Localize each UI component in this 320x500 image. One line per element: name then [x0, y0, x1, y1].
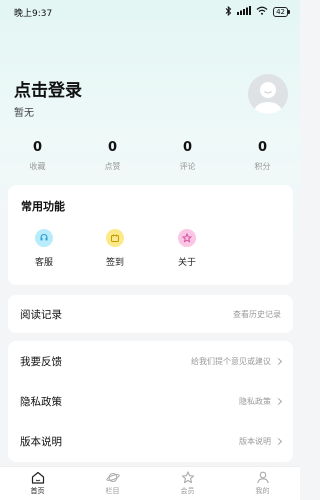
tab-label: 栏目	[105, 487, 120, 495]
stats-row: 0 收藏 0 点赞 0 评论 0 积分	[0, 136, 300, 186]
row-hint: 给我们提个意见或建议	[191, 356, 271, 366]
avatar[interactable]	[248, 74, 288, 114]
status-time: 晚上9:37	[14, 8, 53, 19]
login-title[interactable]: 点击登录	[14, 76, 286, 101]
stat-label: 评论	[179, 162, 196, 171]
function-label: 签到	[105, 258, 124, 268]
row-hint: 版本说明	[239, 436, 271, 446]
function-label: 客服	[34, 258, 53, 268]
service-icon	[35, 229, 53, 247]
functions-title: 常用功能	[21, 200, 65, 213]
login-subtitle: 暂无	[14, 108, 34, 119]
privacy-policy-row[interactable]: 隐私政策 隐私政策	[8, 381, 293, 421]
bluetooth-icon	[225, 5, 232, 19]
chevron-right-icon	[274, 397, 283, 405]
bottom-tab-bar: 首页 栏目 会员 我的	[0, 466, 300, 500]
tab-home[interactable]: 首页	[0, 467, 75, 500]
row-label: 版本说明	[20, 435, 62, 448]
function-checkin[interactable]: 签到	[85, 229, 145, 268]
status-icons: 42	[225, 5, 290, 19]
signal-icon	[237, 6, 252, 18]
stat-likes[interactable]: 0 点赞	[75, 136, 150, 186]
avatar-placeholder-icon	[254, 82, 282, 114]
stat-favorites[interactable]: 0 收藏	[0, 136, 75, 186]
reading-history-hint: 查看历史记录	[233, 309, 281, 319]
chevron-right-icon	[274, 357, 283, 365]
function-label: 关于	[177, 258, 196, 268]
stat-comments[interactable]: 0 评论	[150, 136, 225, 186]
wifi-icon	[256, 6, 268, 18]
stat-value: 0	[32, 140, 43, 155]
home-icon	[31, 471, 44, 484]
stat-value: 0	[182, 140, 193, 155]
stat-value: 0	[257, 140, 268, 155]
functions-card: 常用功能 客服 签到 关于	[8, 185, 293, 285]
chevron-right-icon	[274, 437, 283, 445]
tab-columns[interactable]: 栏目	[75, 467, 150, 500]
function-service[interactable]: 客服	[14, 229, 74, 268]
tab-label: 我的	[255, 487, 270, 495]
stat-points[interactable]: 0 积分	[225, 136, 300, 186]
profile-screen: 晚上9:37 42 点击登录 暂无 0 收藏 0 点赞 0 评论 0 积分 常用…	[0, 0, 300, 500]
row-label: 我要反馈	[20, 355, 62, 368]
planet-icon	[105, 472, 120, 483]
stat-value: 0	[107, 140, 118, 155]
status-bar: 晚上9:37 42	[0, 0, 300, 24]
reading-history-row[interactable]: 阅读记录 查看历史记录	[8, 295, 293, 333]
row-hint: 隐私政策	[239, 396, 271, 406]
stat-label: 收藏	[29, 162, 46, 171]
tab-member[interactable]: 会员	[150, 467, 225, 500]
battery-icon: 42	[273, 7, 290, 17]
reading-history-label: 阅读记录	[20, 308, 62, 321]
function-about[interactable]: 关于	[157, 229, 217, 268]
tab-mine[interactable]: 我的	[225, 467, 300, 500]
stat-label: 积分	[254, 162, 271, 171]
user-icon	[256, 471, 269, 484]
settings-list: 我要反馈 给我们提个意见或建议 隐私政策 隐私政策 版本说明 版本说明	[8, 341, 293, 462]
checkin-icon	[106, 229, 124, 247]
tab-label: 会员	[180, 487, 195, 495]
feedback-row[interactable]: 我要反馈 给我们提个意见或建议	[8, 341, 293, 381]
row-label: 隐私政策	[20, 395, 62, 408]
about-icon	[178, 229, 196, 247]
stat-label: 点赞	[104, 162, 121, 171]
tab-label: 首页	[30, 487, 45, 495]
profile-header[interactable]: 点击登录 暂无	[0, 24, 300, 126]
version-notes-row[interactable]: 版本说明 版本说明	[8, 421, 293, 461]
star-icon	[181, 471, 194, 484]
